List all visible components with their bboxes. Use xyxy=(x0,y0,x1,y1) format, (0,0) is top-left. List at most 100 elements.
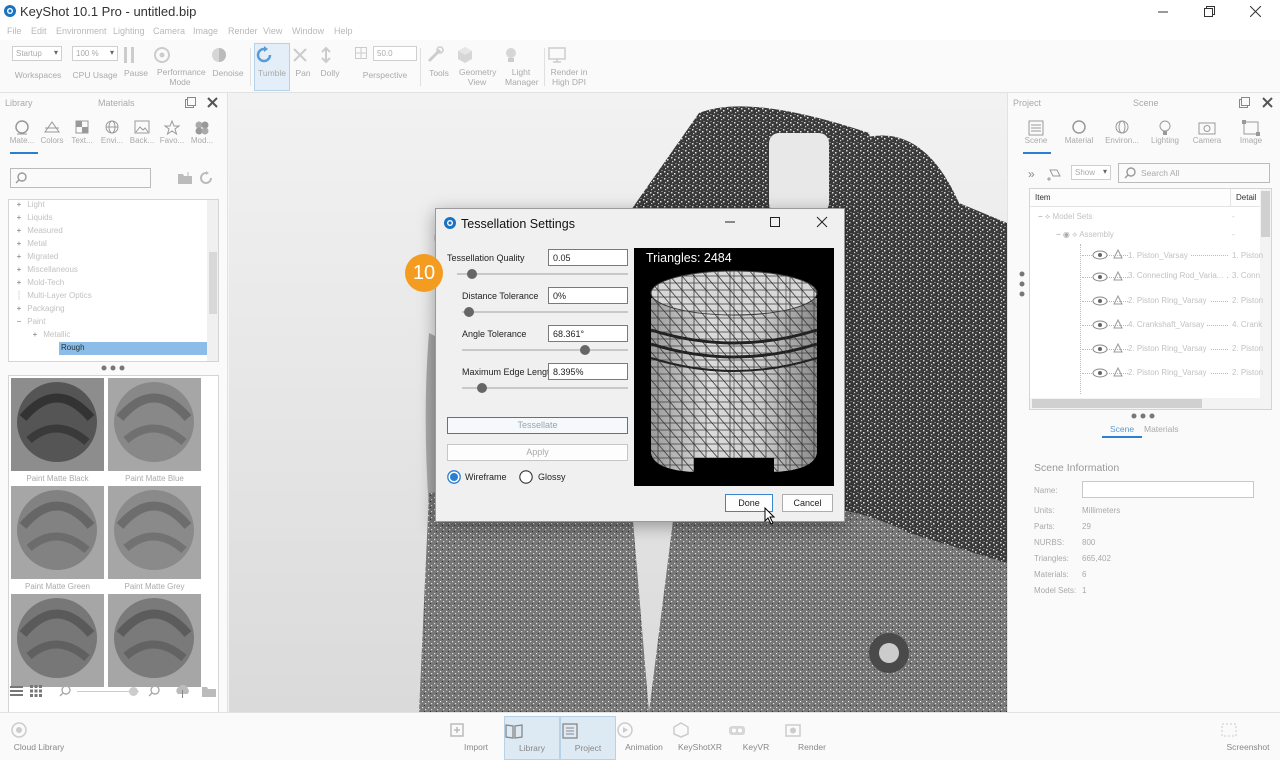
upload-icon[interactable] xyxy=(175,684,190,698)
keyvr-button[interactable]: KeyVR xyxy=(728,716,784,760)
light-manager-button[interactable]: Light Manager xyxy=(502,44,540,90)
eye-icon[interactable] xyxy=(1092,296,1108,306)
material-thumbnail[interactable] xyxy=(108,594,201,687)
eye-icon[interactable] xyxy=(1092,320,1108,330)
tree-item[interactable]: + Metallic xyxy=(29,330,71,339)
tree-item[interactable]: + Mold-Tech xyxy=(13,278,64,287)
side-handle-icon[interactable] xyxy=(1019,271,1025,297)
tree-item[interactable]: + Packaging xyxy=(13,304,65,313)
tab-colors[interactable]: Colors xyxy=(37,120,67,145)
menu-lighting[interactable]: Lighting xyxy=(113,26,145,36)
refresh-icon[interactable] xyxy=(199,171,213,185)
tab-textures[interactable]: Text... xyxy=(67,120,97,145)
menu-window[interactable]: Window xyxy=(292,26,324,36)
tree-row-part[interactable]: 3. Connecting Rod_Varia... xyxy=(1128,271,1227,280)
close-panel-icon[interactable] xyxy=(1262,97,1273,108)
tree-row-part[interactable]: 2. Piston Ring_Varsay xyxy=(1128,368,1210,377)
material-thumbnail[interactable] xyxy=(11,486,104,579)
tab-image[interactable]: Image xyxy=(1235,120,1267,145)
tree-h-scrollbar[interactable] xyxy=(1030,398,1260,409)
resize-grip-icon[interactable] xyxy=(1131,413,1157,419)
distance-tolerance-slider[interactable] xyxy=(462,307,628,317)
tree-scrollbar[interactable] xyxy=(207,200,218,361)
eye-icon[interactable] xyxy=(1092,368,1108,378)
tab-camera[interactable]: Camera xyxy=(1191,120,1223,145)
column-detail[interactable]: Detail xyxy=(1236,193,1256,202)
tools-button[interactable]: Tools xyxy=(426,44,452,90)
zoom-out-icon[interactable] xyxy=(59,685,71,697)
tree-item[interactable]: + Measured xyxy=(13,226,63,235)
tessellate-button[interactable]: Tessellate xyxy=(447,417,628,434)
tree-item[interactable]: + Metal xyxy=(13,239,47,248)
grid-view-icon[interactable] xyxy=(30,685,42,697)
menu-camera[interactable]: Camera xyxy=(153,26,185,36)
eye-icon[interactable] xyxy=(1092,344,1108,354)
list-view-icon[interactable] xyxy=(10,685,23,697)
tree-row-model-sets[interactable]: − ⟡ Model Sets xyxy=(1038,212,1092,222)
tab-environments[interactable]: Envi... xyxy=(97,120,127,145)
tab-environment[interactable]: Environ... xyxy=(1104,120,1140,145)
expand-chevrons-icon[interactable]: » xyxy=(1028,167,1035,181)
tree-row-assembly[interactable]: − ◉ ⟡ Assembly xyxy=(1056,230,1114,240)
pause-button[interactable]: Pause xyxy=(122,44,150,90)
undock-icon[interactable] xyxy=(1239,97,1250,108)
subtab-materials[interactable]: Materials xyxy=(1144,424,1178,434)
tree-row-part[interactable]: 2. Piston Ring_Varsay xyxy=(1128,344,1210,353)
menu-environment[interactable]: Environment xyxy=(56,26,107,36)
tumble-button[interactable]: Tumble xyxy=(254,43,290,91)
library-toggle-button[interactable]: Library xyxy=(504,716,560,760)
apply-button[interactable]: Apply xyxy=(447,444,628,461)
menu-file[interactable]: File xyxy=(7,26,22,36)
material-thumbnail[interactable] xyxy=(108,378,201,471)
folder-add-icon[interactable] xyxy=(177,171,193,185)
zoom-in-icon[interactable] xyxy=(148,685,160,697)
eye-icon[interactable] xyxy=(1092,250,1108,260)
slider-thumb[interactable] xyxy=(467,269,478,279)
menu-edit[interactable]: Edit xyxy=(31,26,47,36)
tree-row-part[interactable]: 4. Crankshaft_Varsay xyxy=(1128,320,1208,329)
scene-search-input[interactable]: Search All xyxy=(1118,163,1270,183)
tree-row-part[interactable]: 2. Piston Ring_Varsay xyxy=(1128,296,1210,305)
tree-item[interactable]: + Liquids xyxy=(13,213,53,222)
dialog-close-button[interactable] xyxy=(816,216,828,228)
eye-icon[interactable] xyxy=(1092,272,1108,282)
glossy-radio[interactable] xyxy=(519,470,533,484)
perspective-input[interactable]: 50.0 xyxy=(373,46,417,61)
dialog-minimize-button[interactable] xyxy=(724,216,736,228)
tessellation-quality-slider[interactable] xyxy=(457,269,628,279)
menu-view[interactable]: View xyxy=(263,26,282,36)
angle-tolerance-slider[interactable] xyxy=(462,345,628,355)
add-model-set-icon[interactable] xyxy=(1046,165,1062,181)
column-item[interactable]: Item xyxy=(1035,193,1051,202)
tab-material[interactable]: Material xyxy=(1063,120,1095,145)
close-window-button[interactable] xyxy=(1232,0,1278,23)
slider-thumb[interactable] xyxy=(463,307,474,317)
show-dropdown[interactable]: Show ▾ xyxy=(1071,165,1111,180)
tab-favorites[interactable]: Favo... xyxy=(157,120,187,145)
keyshotxr-button[interactable]: KeyShotXR xyxy=(672,716,728,760)
slider-thumb[interactable] xyxy=(476,383,487,393)
tree-row-part[interactable]: 1. Piston_Varsay xyxy=(1128,251,1191,260)
menu-image[interactable]: Image xyxy=(193,26,218,36)
tab-backplates[interactable]: Back... xyxy=(127,120,157,145)
tessellation-preview[interactable]: Triangles: 2484 xyxy=(634,248,834,486)
restore-button[interactable] xyxy=(1186,0,1232,23)
import-folder-icon[interactable] xyxy=(201,684,217,698)
close-panel-icon[interactable] xyxy=(207,97,218,108)
scene-name-input[interactable] xyxy=(1082,481,1254,498)
cancel-button[interactable]: Cancel xyxy=(782,494,833,512)
geometry-view-button[interactable]: Geometry View xyxy=(456,44,498,90)
thumbnail-size-slider[interactable] xyxy=(77,687,139,696)
undock-icon[interactable] xyxy=(185,97,196,108)
performance-mode-button[interactable]: Performance Mode xyxy=(153,44,207,90)
tab-materials[interactable]: Mate... xyxy=(7,120,37,145)
screenshot-button[interactable]: Screenshot xyxy=(1220,716,1276,760)
minimize-button[interactable] xyxy=(1140,0,1186,23)
material-thumbnail[interactable] xyxy=(108,486,201,579)
subtab-scene[interactable]: Scene xyxy=(1110,424,1134,434)
pan-button[interactable]: Pan xyxy=(291,44,315,90)
cpu-dropdown[interactable]: 100 % ▾ xyxy=(72,46,118,61)
menu-help[interactable]: Help xyxy=(334,26,353,36)
render-button[interactable]: Render xyxy=(784,716,840,760)
cloud-library-button[interactable]: Cloud Library xyxy=(10,716,68,760)
